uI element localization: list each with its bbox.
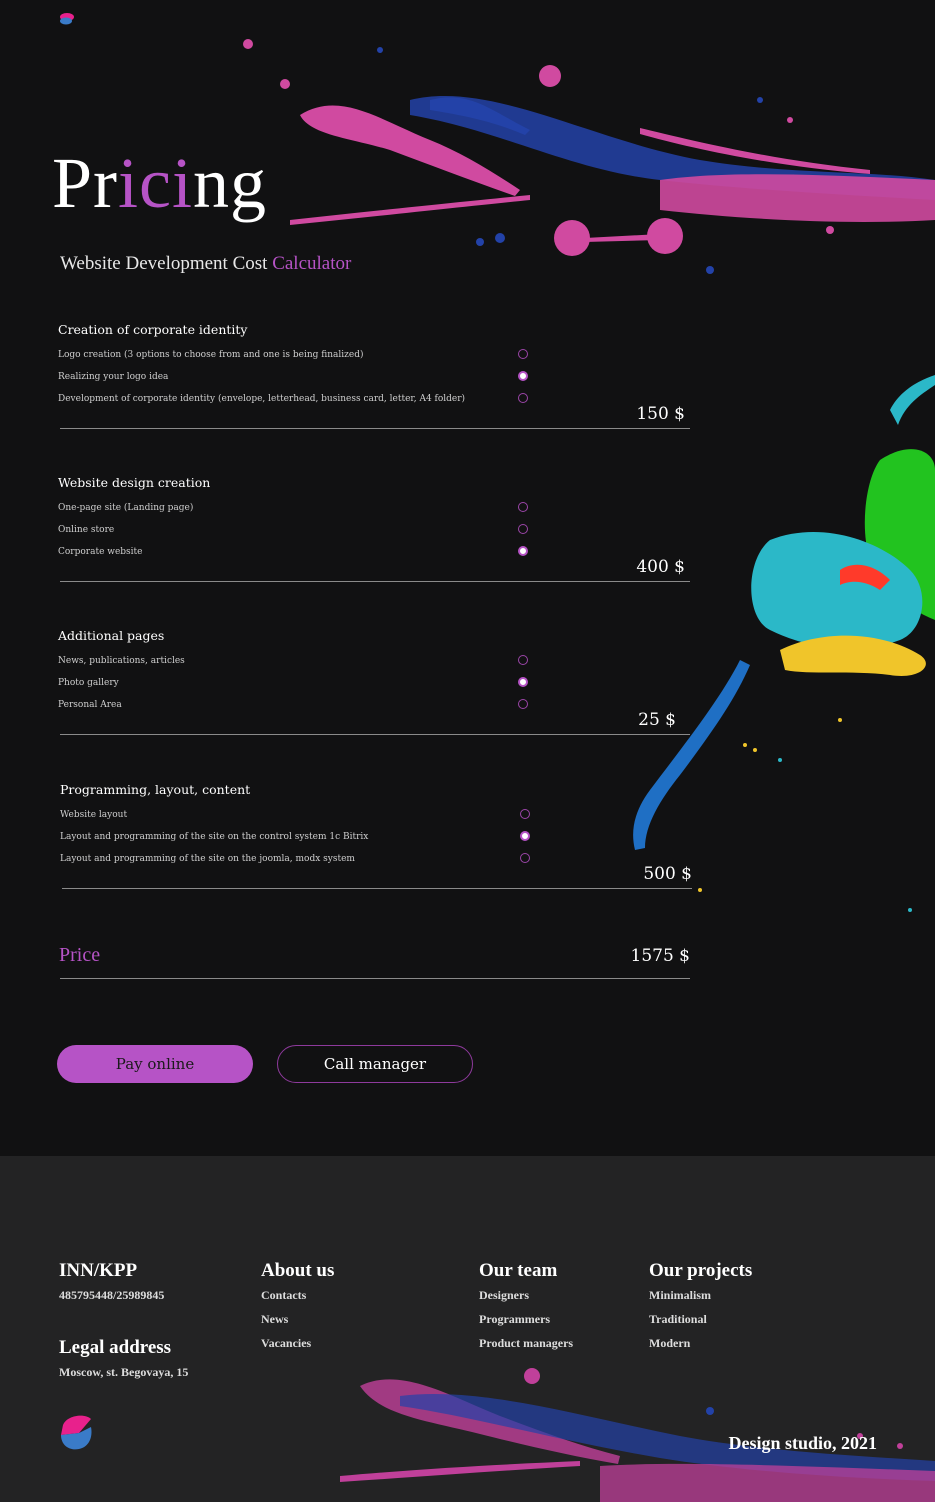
option-row[interactable]: Development of corporate identity (envel… [58, 392, 690, 414]
option-label: Development of corporate identity (envel… [58, 394, 466, 404]
footer-column-about: About us Contacts News Vacancies [261, 1260, 334, 1354]
divider [60, 428, 690, 429]
option-label: Logo creation (3 options to choose from … [58, 350, 364, 360]
footer-link[interactable]: Minimalism [649, 1288, 752, 1306]
option-label: Website layout [60, 810, 128, 820]
title-part-3: ng [193, 143, 267, 223]
pay-online-button[interactable]: Pay online [57, 1045, 253, 1083]
option-label: One-page site (Landing page) [58, 503, 194, 513]
section-website-design: Website design creation One-page site (L… [58, 475, 690, 583]
radio-icon[interactable] [518, 655, 528, 665]
footer-link[interactable]: Contacts [261, 1288, 334, 1306]
inn-value: 485795448/25989845 [59, 1288, 165, 1302]
team-title: Our team [479, 1260, 558, 1281]
option-row[interactable]: Online store [58, 523, 690, 545]
option-label: Layout and programming of the site on th… [60, 832, 369, 842]
inn-title: INN/KPP [59, 1260, 138, 1281]
section-sum: 400 $ [636, 557, 685, 577]
footer-link[interactable]: Product managers [479, 1336, 573, 1354]
copyright: Design studio, 2021 [728, 1433, 877, 1453]
section-sum: 500 $ [643, 864, 692, 884]
footer-link[interactable]: Vacancies [261, 1336, 334, 1354]
section-title: Creation of corporate identity [58, 322, 248, 337]
option-label: News, publications, articles [58, 656, 185, 666]
legal-address-title: Legal address [59, 1337, 172, 1358]
legal-address-value: Moscow, st. Begovaya, 15 [59, 1365, 189, 1379]
price-label: Price [59, 944, 101, 966]
price-value: 1575 $ [630, 946, 690, 966]
radio-icon[interactable] [518, 349, 528, 359]
section-sum: 150 $ [636, 404, 685, 424]
page-subtitle: Website Development Cost Calculator [60, 253, 351, 275]
section-corporate-identity: Creation of corporate identity Logo crea… [58, 322, 690, 430]
divider [60, 581, 690, 582]
footer-column-team: Our team Designers Programmers Product m… [479, 1260, 573, 1354]
section-programming: Programming, layout, content Website lay… [60, 782, 692, 890]
section-title: Website design creation [58, 475, 211, 490]
option-row[interactable]: Layout and programming of the site on th… [60, 852, 692, 874]
logo-icon[interactable] [59, 12, 75, 26]
option-label: Photo gallery [58, 678, 119, 688]
option-label: Corporate website [58, 547, 143, 557]
divider [60, 978, 690, 979]
radio-icon[interactable] [520, 809, 530, 819]
option-row[interactable]: Photo gallery [58, 676, 690, 698]
option-row[interactable]: One-page site (Landing page) [58, 501, 690, 523]
option-row[interactable]: Website layout [60, 808, 692, 830]
footer-column-projects: Our projects Minimalism Traditional Mode… [649, 1260, 752, 1354]
calculator-page: Pricing Website Development Cost Calcula… [0, 0, 935, 1156]
radio-icon[interactable] [520, 853, 530, 863]
section-sum: 25 $ [638, 710, 676, 730]
option-label: Layout and programming of the site on th… [60, 854, 355, 864]
option-row[interactable]: Layout and programming of the site on th… [60, 830, 692, 852]
radio-icon[interactable] [518, 393, 528, 403]
subtitle-plain: Website Development Cost [60, 253, 268, 274]
section-title: Additional pages [58, 628, 165, 643]
page-title: Pricing [52, 142, 267, 225]
option-row[interactable]: Realizing your logo idea [58, 370, 690, 392]
radio-icon[interactable] [518, 546, 528, 556]
option-label: Personal Area [58, 700, 122, 710]
title-part-2: ici [118, 143, 193, 223]
title-part-1: Pr [52, 143, 119, 223]
divider [60, 734, 690, 735]
paint-splash-footer [340, 1368, 935, 1502]
radio-icon[interactable] [520, 831, 530, 841]
option-row[interactable]: Logo creation (3 options to choose from … [58, 348, 690, 370]
about-title: About us [261, 1260, 335, 1281]
radio-icon[interactable] [518, 502, 528, 512]
option-row[interactable]: Personal Area [58, 698, 690, 720]
option-label: Online store [58, 525, 115, 535]
footer-link[interactable]: Traditional [649, 1312, 752, 1330]
projects-title: Our projects [649, 1260, 753, 1281]
footer-link[interactable]: Designers [479, 1288, 573, 1306]
section-title: Programming, layout, content [60, 782, 251, 797]
option-row[interactable]: Corporate website [58, 545, 690, 567]
footer-link[interactable]: Modern [649, 1336, 752, 1354]
call-manager-button[interactable]: Call manager [277, 1045, 473, 1083]
option-label: Realizing your logo idea [58, 372, 169, 382]
logo-icon[interactable] [59, 1413, 93, 1451]
footer-link[interactable]: Programmers [479, 1312, 573, 1330]
paint-splash-top [243, 39, 935, 274]
divider [62, 888, 692, 889]
radio-icon[interactable] [518, 524, 528, 534]
radio-icon[interactable] [518, 677, 528, 687]
option-row[interactable]: News, publications, articles [58, 654, 690, 676]
radio-icon[interactable] [518, 371, 528, 381]
footer-link[interactable]: News [261, 1312, 334, 1330]
section-additional-pages: Additional pages News, publications, art… [58, 628, 690, 736]
subtitle-accent: Calculator [272, 253, 352, 274]
radio-icon[interactable] [518, 699, 528, 709]
footer-column-company: INN/KPP 485795448/25989845 Legal address… [59, 1260, 188, 1383]
